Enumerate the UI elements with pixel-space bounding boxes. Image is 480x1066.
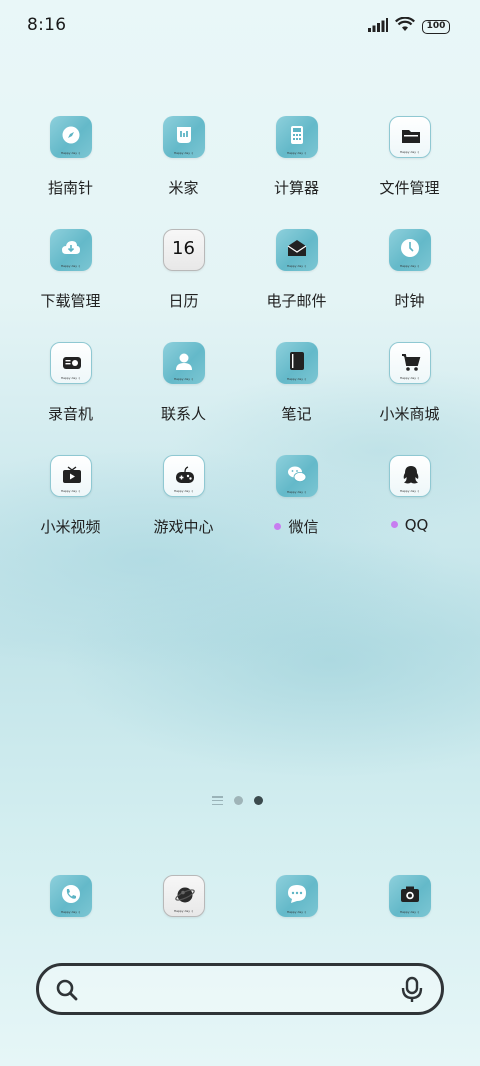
video-icon: Happy day :) — [49, 455, 92, 497]
app-label: 时钟 — [394, 292, 425, 310]
app-mijia[interactable]: Happy day :) 米家 — [127, 116, 240, 198]
page-dot-1[interactable] — [234, 796, 243, 805]
app-qq[interactable]: Happy day :) QQ — [353, 455, 466, 534]
clock-icon: Happy day :) — [388, 229, 431, 271]
app-downloads[interactable]: Happy day :) 下载管理 — [14, 229, 127, 311]
dock-camera[interactable]: Happy day :) — [353, 875, 466, 917]
email-icon: Happy day :) — [275, 229, 318, 271]
app-recorder[interactable]: Happy day :) 录音机 — [14, 342, 127, 424]
app-label: QQ — [353, 516, 466, 534]
calendar-date: 16 — [172, 238, 195, 259]
status-icons: 100 — [368, 16, 450, 36]
app-label: 微信 — [240, 516, 353, 537]
new-badge — [274, 523, 282, 530]
phone-icon: Happy day :) — [49, 875, 92, 917]
drawer-lines-icon[interactable] — [212, 796, 223, 805]
dock-phone[interactable]: Happy day :) — [14, 875, 127, 917]
app-game-center[interactable]: Happy day :) 游戏中心 — [127, 455, 240, 537]
wechat-icon: Happy day :) — [275, 455, 318, 497]
app-mi-video[interactable]: Happy day :) 小米视频 — [14, 455, 127, 537]
app-label: 米家 — [168, 179, 199, 197]
status-bar: 8:16 100 — [0, 0, 480, 52]
app-file-manager[interactable]: Happy day :) 文件管理 — [353, 116, 466, 198]
new-badge — [390, 521, 398, 528]
app-label: 文件管理 — [379, 179, 440, 197]
status-time: 8:16 — [27, 15, 67, 35]
app-label: 笔记 — [281, 405, 312, 423]
download-icon: Happy day :) — [49, 229, 92, 271]
search-icon[interactable] — [55, 978, 79, 1006]
app-calculator[interactable]: Happy day :) 计算器 — [240, 116, 353, 198]
page-dot-2-active[interactable] — [254, 796, 263, 805]
app-notes[interactable]: Happy day :) 笔记 — [240, 342, 353, 424]
folder-icon: Happy day :) — [388, 116, 431, 158]
mijia-icon: Happy day :) — [162, 116, 205, 158]
app-label: 电子邮件 — [266, 292, 327, 310]
page-indicator[interactable] — [212, 796, 263, 805]
app-label: 计算器 — [273, 179, 319, 197]
calendar-icon: 16 — [162, 229, 205, 271]
app-label: 日历 — [168, 292, 199, 310]
search-bar[interactable] — [36, 963, 444, 1015]
battery-icon: 100 — [422, 19, 450, 34]
app-label: 小米视频 — [40, 518, 101, 536]
app-label: 小米商城 — [379, 405, 440, 423]
app-mi-store[interactable]: Happy day :) 小米商城 — [353, 342, 466, 424]
app-clock[interactable]: Happy day :) 时钟 — [353, 229, 466, 311]
app-email[interactable]: Happy day :) 电子邮件 — [240, 229, 353, 311]
dock-messages[interactable]: Happy day :) — [240, 875, 353, 917]
app-label: 下载管理 — [40, 292, 101, 310]
notes-icon: Happy day :) — [275, 342, 318, 384]
microphone-icon[interactable] — [400, 976, 424, 1008]
signal-icon — [368, 17, 388, 36]
dock-browser[interactable]: Happy day :) — [127, 875, 240, 917]
cart-icon: Happy day :) — [388, 342, 431, 384]
app-compass[interactable]: Happy day :) 指南针 — [14, 116, 127, 198]
compass-icon: Happy day :) — [49, 116, 92, 158]
wifi-icon — [395, 16, 415, 36]
qq-icon: Happy day :) — [388, 455, 431, 497]
contacts-icon: Happy day :) — [162, 342, 205, 384]
app-label: 指南针 — [47, 179, 93, 197]
app-label: 游戏中心 — [153, 518, 214, 536]
app-contacts[interactable]: Happy day :) 联系人 — [127, 342, 240, 424]
calculator-icon: Happy day :) — [275, 116, 318, 158]
messages-icon: Happy day :) — [275, 875, 318, 917]
recorder-icon: Happy day :) — [49, 342, 92, 384]
app-label: 联系人 — [160, 405, 206, 423]
gamepad-icon: Happy day :) — [162, 455, 205, 497]
app-calendar[interactable]: 16 日历 — [127, 229, 240, 311]
app-label: 录音机 — [47, 405, 93, 423]
camera-icon: Happy day :) — [388, 875, 431, 917]
app-wechat[interactable]: Happy day :) 微信 — [240, 455, 353, 537]
browser-icon: Happy day :) — [162, 875, 205, 917]
